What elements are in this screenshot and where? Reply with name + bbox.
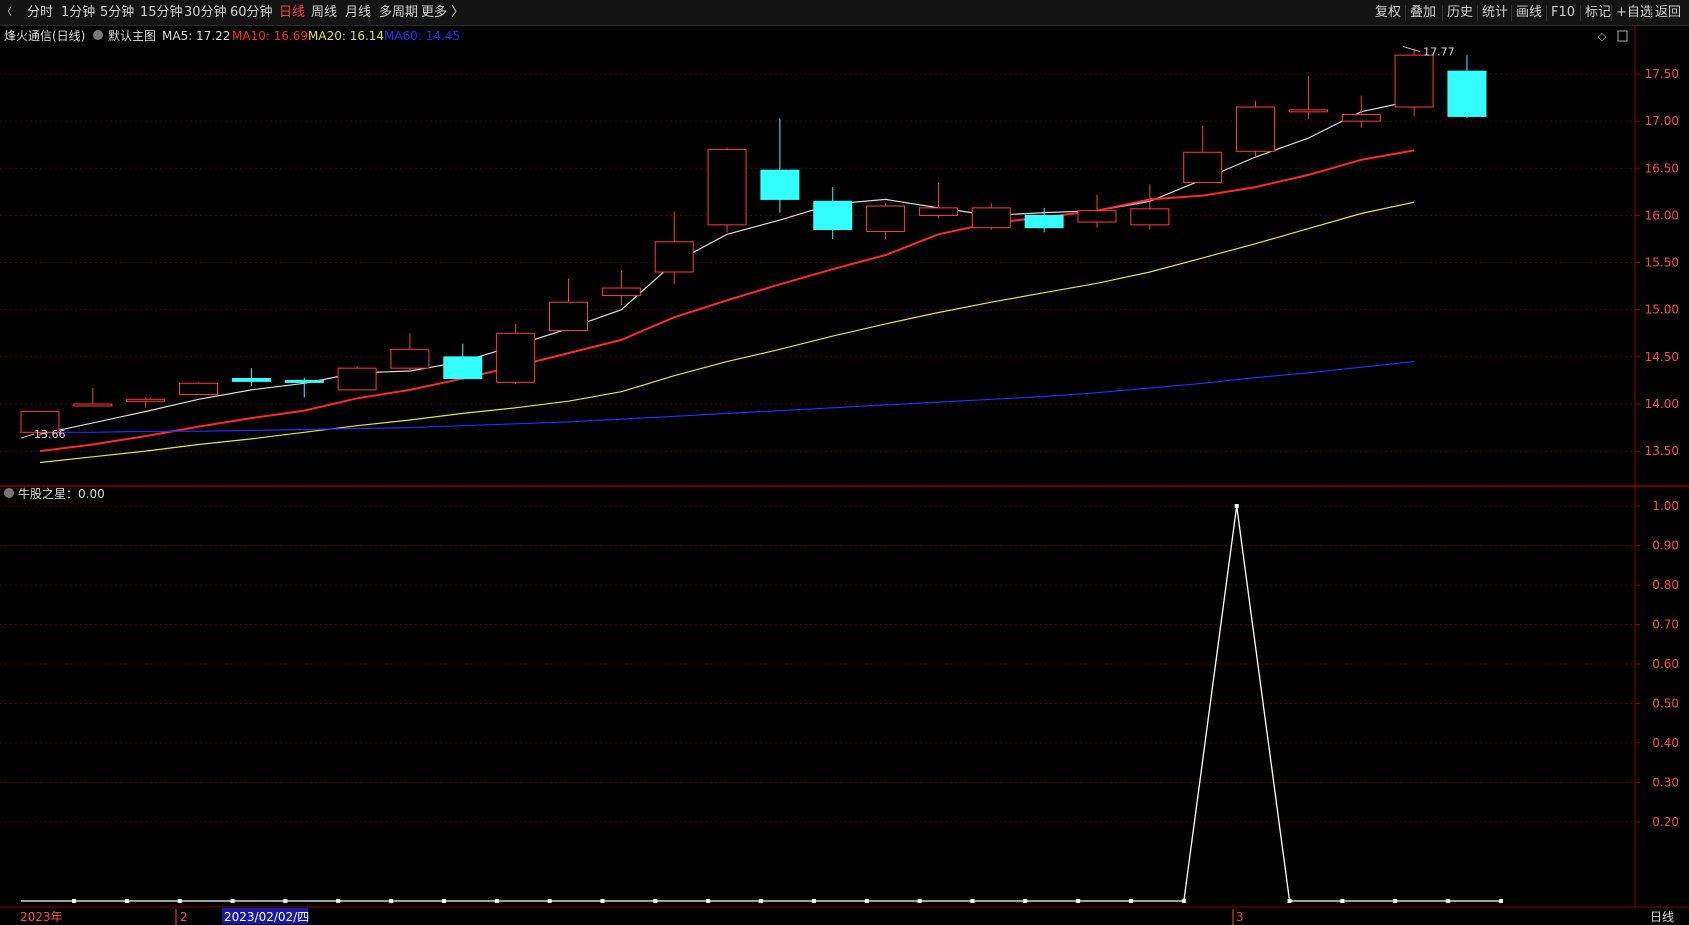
- signal-point: [1076, 899, 1081, 903]
- sub-y-tick-label: 0.80: [1652, 578, 1679, 592]
- candle-down: [443, 356, 483, 380]
- sub-indicator-dropdown-icon[interactable]: [4, 488, 14, 498]
- signal-point: [1129, 899, 1133, 903]
- main-y-tick-label: 13.50: [1645, 444, 1679, 458]
- sub-y-tick-label: 0.60: [1652, 657, 1679, 671]
- candle-up: [866, 205, 906, 232]
- diamond-icon[interactable]: ◇: [1598, 30, 1607, 43]
- signal-point: [389, 899, 394, 903]
- sub-indicator-title[interactable]: 牛股之星：0.00: [18, 486, 105, 501]
- ma-line-ma20: [39, 201, 1415, 464]
- sub-y-tick-label: 1.00: [1652, 499, 1679, 513]
- candle-down: [1024, 214, 1064, 229]
- candle-up: [1236, 106, 1276, 152]
- signal-point: [72, 899, 76, 903]
- ma-line-ma60: [40, 361, 1415, 433]
- main-y-tick-label: 14.00: [1645, 397, 1679, 411]
- ma-legend-3: MA20: 16.14: [308, 29, 384, 43]
- candle-up: [1288, 109, 1328, 113]
- sub-y-tick-label: 0.90: [1652, 539, 1679, 553]
- signal-point: [1181, 899, 1186, 903]
- sub-y-tick-label: 0.40: [1652, 736, 1679, 750]
- candle-up: [390, 348, 430, 369]
- signal-point: [1340, 899, 1345, 903]
- candle-up: [496, 332, 536, 383]
- time-label-month-feb: 2: [180, 910, 188, 924]
- candle-up: [337, 367, 377, 391]
- time-label-month-mar: 3: [1236, 910, 1244, 924]
- stock-title: 烽火通信(日线): [4, 29, 85, 43]
- candle-up: [126, 398, 166, 402]
- low-marker-arrow: [20, 433, 35, 439]
- main-y-tick-label: 15.00: [1645, 303, 1679, 317]
- chart-area: 13.50 14.00 14.50 15.00 15.50 16.00 16.50 17.00…: [0, 26, 1689, 925]
- candle-down: [284, 379, 324, 383]
- candle-up: [1077, 210, 1117, 223]
- signal-point: [547, 899, 552, 903]
- candle-up: [654, 241, 694, 273]
- signal-point: [124, 899, 129, 903]
- signal-point: [917, 899, 922, 903]
- candle-down: [760, 169, 800, 200]
- signal-point: [230, 899, 235, 903]
- signal-point: [811, 899, 816, 903]
- candle-down: [231, 378, 271, 382]
- window-toggle-icon[interactable]: [1617, 30, 1628, 42]
- sub-y-tick-label: 0.70: [1652, 618, 1679, 632]
- candle-up: [179, 382, 219, 396]
- main-y-tick-label: 14.50: [1645, 350, 1679, 364]
- main-y-tick-label: 17.00: [1645, 114, 1679, 128]
- candle-up: [549, 301, 588, 331]
- main-y-tick-label: 15.50: [1645, 256, 1679, 270]
- signal-point: [1287, 899, 1292, 903]
- time-label-year: 2023年: [20, 910, 63, 924]
- candle-up: [1183, 151, 1223, 183]
- candle-up: [918, 207, 958, 216]
- ma-legend-4: MA60: 14.45: [384, 29, 460, 43]
- candle-up: [601, 287, 641, 297]
- sub-y-tick-label: 0.50: [1652, 697, 1679, 711]
- signal-point: [1446, 899, 1451, 903]
- main-indicator-dropdown-icon[interactable]: [93, 30, 103, 40]
- high-marker-arrow: [1402, 46, 1421, 53]
- period-indicator: 日线: [1650, 910, 1674, 924]
- candle-down: [1447, 70, 1487, 117]
- candle-down: [813, 200, 853, 231]
- ma-legend-1: MA5: 17.22: [162, 29, 230, 43]
- candle-up: [707, 148, 747, 226]
- candle-up: [1341, 114, 1381, 122]
- main-y-tick-label: 16.00: [1645, 208, 1679, 222]
- signal-point: [441, 899, 446, 903]
- signal-point: [494, 899, 499, 903]
- sub-y-tick-label: 0.30: [1652, 776, 1679, 790]
- main-y-tick-label: 17.50: [1645, 67, 1679, 81]
- cursor-date-label: 2023/02/02/四: [224, 910, 309, 924]
- signal-point: [1023, 899, 1028, 903]
- signal-point: [177, 899, 182, 903]
- signal-point: [336, 899, 341, 903]
- signal-point: [759, 899, 764, 903]
- main-indicator-name[interactable]: 默认主图: [108, 28, 156, 43]
- low-price-marker: 13.66: [34, 428, 66, 441]
- main-y-tick-label: 16.50: [1645, 161, 1679, 175]
- signal-point: [706, 899, 711, 903]
- signal-point: [1393, 899, 1398, 903]
- candle-up: [971, 207, 1011, 229]
- candle-up: [1394, 54, 1434, 108]
- signal-point: [600, 899, 605, 903]
- signal-point: [864, 899, 869, 903]
- candle-up: [1130, 208, 1170, 226]
- signal-point: [1498, 899, 1503, 903]
- signal-point: [283, 899, 288, 903]
- ma-legend-2: MA10: 16.69: [232, 29, 308, 43]
- high-price-marker: 17.77: [1423, 46, 1455, 59]
- signal-point: [970, 899, 975, 903]
- sub-y-tick-label: 0.20: [1652, 815, 1679, 829]
- signal-point: [653, 899, 658, 903]
- signal-point: [1234, 504, 1239, 508]
- candle-up: [73, 403, 113, 407]
